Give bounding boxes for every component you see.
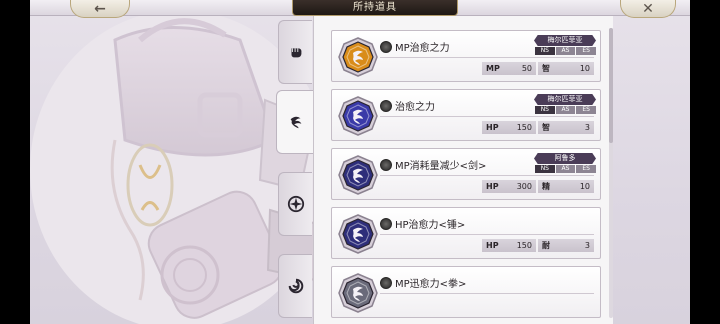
stat-row: HP 150 耐 3 [482, 239, 596, 252]
divider [380, 293, 594, 294]
item-name: MP迅愈力<拳> [395, 279, 467, 290]
character-tag: 阿鲁多 NS AS ES [534, 153, 597, 173]
item-name-row: MP治愈之力 [380, 39, 450, 54]
coin-icon [380, 158, 392, 171]
gem-icon [338, 96, 378, 136]
swirl-icon [290, 116, 301, 129]
flag-badge: NS [535, 106, 555, 114]
item-card[interactable]: MP治愈之力 梅尔匹菲亚 NS AS ES MP 50 智 10 [331, 30, 601, 82]
stat-primary: HP 150 [482, 121, 536, 134]
gem-icon [338, 273, 378, 313]
stat-primary: MP 50 [482, 62, 536, 75]
gem-icon [338, 214, 378, 254]
emblem-icon [287, 195, 304, 213]
item-name-row: MP迅愈力<拳> [380, 275, 466, 290]
flag-badge: NS [535, 165, 555, 173]
flag-badge: ES [576, 165, 597, 173]
stat-secondary: 智 10 [538, 62, 594, 75]
item-card[interactable]: 治愈之力 梅尔匹菲亚 NS AS ES HP 150 智 3 [331, 89, 601, 141]
tab-swirl[interactable] [276, 90, 314, 154]
stat-primary: HP 300 [482, 180, 536, 193]
character-name-tag: 阿鲁多 [534, 153, 596, 164]
stat-row: HP 150 智 3 [482, 121, 596, 134]
divider [380, 234, 594, 235]
vortex-icon [288, 278, 303, 294]
scrollbar-thumb[interactable] [609, 28, 613, 143]
coin-icon [380, 276, 392, 289]
flag-badge: AS [555, 165, 576, 173]
category-tabs [276, 20, 314, 324]
flag-row: NS AS ES [534, 47, 597, 55]
flag-badge: AS [555, 47, 576, 55]
item-card[interactable]: MP迅愈力<拳> [331, 266, 601, 318]
tab-vortex[interactable] [278, 254, 312, 318]
coin-icon [380, 99, 392, 112]
item-name-row: 治愈之力 [380, 98, 435, 113]
stat-secondary: 耐 3 [538, 239, 594, 252]
flag-badge: NS [535, 47, 555, 55]
page-title: 所持道具 [292, 0, 458, 16]
divider [380, 57, 594, 58]
close-button[interactable]: ✕ [620, 0, 676, 18]
flag-badge: ES [576, 106, 597, 114]
close-icon: ✕ [642, 0, 654, 17]
coin-icon [380, 217, 392, 230]
character-tag: 梅尔匹菲亚 NS AS ES [534, 94, 597, 114]
tab-fist[interactable] [278, 20, 312, 84]
flag-row: NS AS ES [534, 165, 597, 173]
fist-icon [291, 48, 301, 58]
character-tag: 梅尔匹菲亚 NS AS ES [534, 35, 597, 55]
back-button[interactable]: ← [70, 0, 130, 18]
stat-primary: HP 150 [482, 239, 536, 252]
back-arrow-icon: ← [94, 0, 106, 17]
tab-emblem[interactable] [278, 172, 312, 236]
flag-badge: ES [576, 47, 597, 55]
item-name: MP消耗量减少<剑> [395, 161, 487, 172]
character-name-tag: 梅尔匹菲亚 [534, 35, 596, 46]
flag-badge: AS [555, 106, 576, 114]
item-name: HP治愈力<锤> [395, 220, 466, 231]
divider [380, 175, 594, 176]
item-name-row: HP治愈力<锤> [380, 216, 465, 231]
flag-row: NS AS ES [534, 106, 597, 114]
item-name: 治愈之力 [395, 102, 435, 113]
stat-row: MP 50 智 10 [482, 62, 596, 75]
item-name-row: MP消耗量减少<剑> [380, 157, 486, 172]
stat-secondary: 智 3 [538, 121, 594, 134]
gem-icon [338, 37, 378, 77]
coin-icon [380, 40, 392, 53]
item-name: MP治愈之力 [395, 43, 450, 54]
item-card[interactable]: MP消耗量减少<剑> 阿鲁多 NS AS ES HP 300 精 10 [331, 148, 601, 200]
divider [380, 116, 594, 117]
character-name-tag: 梅尔匹菲亚 [534, 94, 596, 105]
gem-icon [338, 155, 378, 195]
stat-secondary: 精 10 [538, 180, 594, 193]
item-card[interactable]: HP治愈力<锤> HP 150 耐 3 [331, 207, 601, 259]
stat-row: HP 300 精 10 [482, 180, 596, 193]
